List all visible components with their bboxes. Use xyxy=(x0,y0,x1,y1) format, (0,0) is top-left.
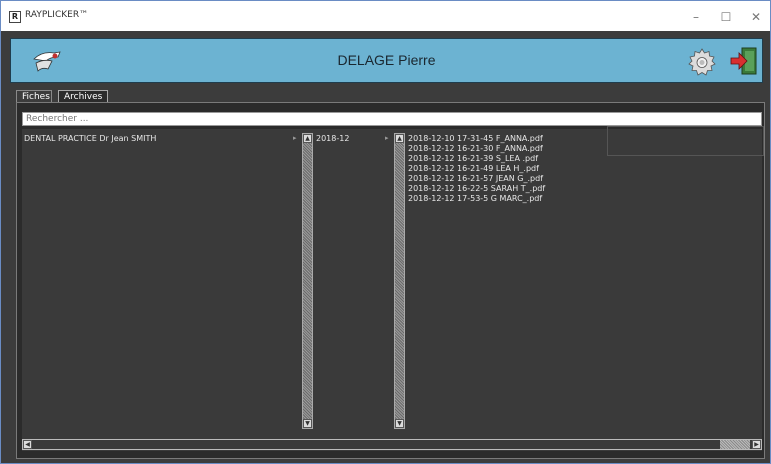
column-1-scrollbar[interactable]: ▲ ▼ xyxy=(302,133,313,429)
app-icon: R xyxy=(9,11,21,23)
close-button[interactable]: ✕ xyxy=(742,8,770,26)
gear-icon[interactable] xyxy=(688,48,716,76)
scroll-thumb[interactable] xyxy=(720,440,750,449)
tab-archives[interactable]: Archives xyxy=(58,90,108,102)
scroll-up-button[interactable]: ▲ xyxy=(303,134,312,143)
patient-header: DELAGE Pierre xyxy=(10,38,763,83)
file-item[interactable]: 2018-12-10 17-31-45 F_ANNA.pdf xyxy=(408,134,543,143)
column-browser: DENTAL PRACTICE Dr Jean SMITH ▸ ▲ ▼ 2018… xyxy=(22,129,762,451)
maximize-button[interactable]: ☐ xyxy=(712,8,740,26)
tab-fiches[interactable]: Fiches xyxy=(16,90,52,102)
file-item[interactable]: 2018-12-12 16-21-49 LEA H_.pdf xyxy=(408,164,539,173)
scroll-right-button[interactable]: ▶ xyxy=(752,440,761,449)
window-title: RAYPLICKER™ xyxy=(25,10,89,20)
patient-name: DELAGE Pierre xyxy=(337,52,436,68)
scroll-left-button[interactable]: ◀ xyxy=(23,440,32,449)
expand-arrow-icon: ▸ xyxy=(385,134,389,142)
scroll-up-button[interactable]: ▲ xyxy=(395,134,404,143)
column-2-scrollbar[interactable]: ▲ ▼ xyxy=(394,133,405,429)
minimize-button[interactable]: – xyxy=(682,8,710,26)
scroll-down-button[interactable]: ▼ xyxy=(395,419,404,428)
app-window: R RAYPLICKER™ – ☐ ✕ DELAGE Pierre Fiches… xyxy=(0,0,771,464)
exit-icon[interactable] xyxy=(729,46,759,76)
file-item[interactable]: 2018-12-12 16-22-5 SARAH T_.pdf xyxy=(408,184,545,193)
scroll-down-button[interactable]: ▼ xyxy=(303,419,312,428)
title-bar[interactable]: R RAYPLICKER™ – ☐ ✕ xyxy=(1,1,770,31)
practice-item[interactable]: DENTAL PRACTICE Dr Jean SMITH xyxy=(24,134,156,143)
file-item[interactable]: 2018-12-12 16-21-39 S_LEA .pdf xyxy=(408,154,538,163)
file-item[interactable]: 2018-12-12 17-53-5 G MARC_.pdf xyxy=(408,194,542,203)
horizontal-scrollbar[interactable]: ◀ ▶ xyxy=(22,439,762,450)
month-item[interactable]: 2018-12 xyxy=(316,134,349,143)
file-item[interactable]: 2018-12-12 16-21-57 JEAN G_.pdf xyxy=(408,174,543,183)
preview-box xyxy=(607,126,764,156)
search-input[interactable] xyxy=(22,112,762,126)
expand-arrow-icon: ▸ xyxy=(293,134,297,142)
file-item[interactable]: 2018-12-12 16-21-30 F_ANNA.pdf xyxy=(408,144,543,153)
